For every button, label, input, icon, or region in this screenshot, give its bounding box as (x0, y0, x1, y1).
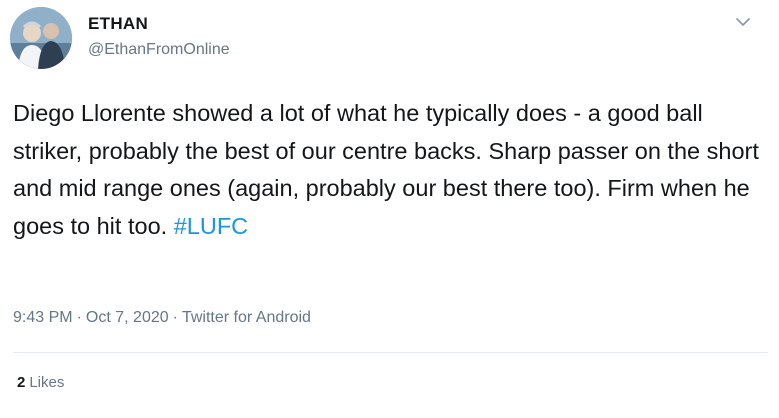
meta-separator: · (76, 309, 82, 326)
likes-count: 2 (17, 374, 26, 391)
hashtag-link[interactable]: #LUFC (174, 213, 248, 239)
chevron-down-icon[interactable] (733, 14, 753, 30)
tweet-body: Diego Llorente showed a lot of what he t… (13, 100, 759, 239)
tweet-source[interactable]: Twitter for Android (182, 309, 311, 326)
meta-separator: · (172, 309, 178, 326)
tweet-card: ETHAN @EthanFromOnline Diego Llorente sh… (0, 0, 779, 418)
avatar[interactable] (10, 7, 72, 69)
likes-link[interactable]: 2 Likes (17, 374, 64, 391)
tweet-metadata: 9:43 PM · Oct 7, 2020 · Twitter for Android (13, 309, 311, 327)
tweet-time[interactable]: 9:43 PM (13, 309, 73, 326)
tweet-date[interactable]: Oct 7, 2020 (86, 309, 169, 326)
author-handle[interactable]: @EthanFromOnline (88, 41, 230, 59)
likes-label: Likes (29, 374, 65, 391)
tweet-text: Diego Llorente showed a lot of what he t… (13, 95, 768, 245)
divider (13, 352, 768, 353)
author-name[interactable]: ETHAN (88, 14, 148, 34)
